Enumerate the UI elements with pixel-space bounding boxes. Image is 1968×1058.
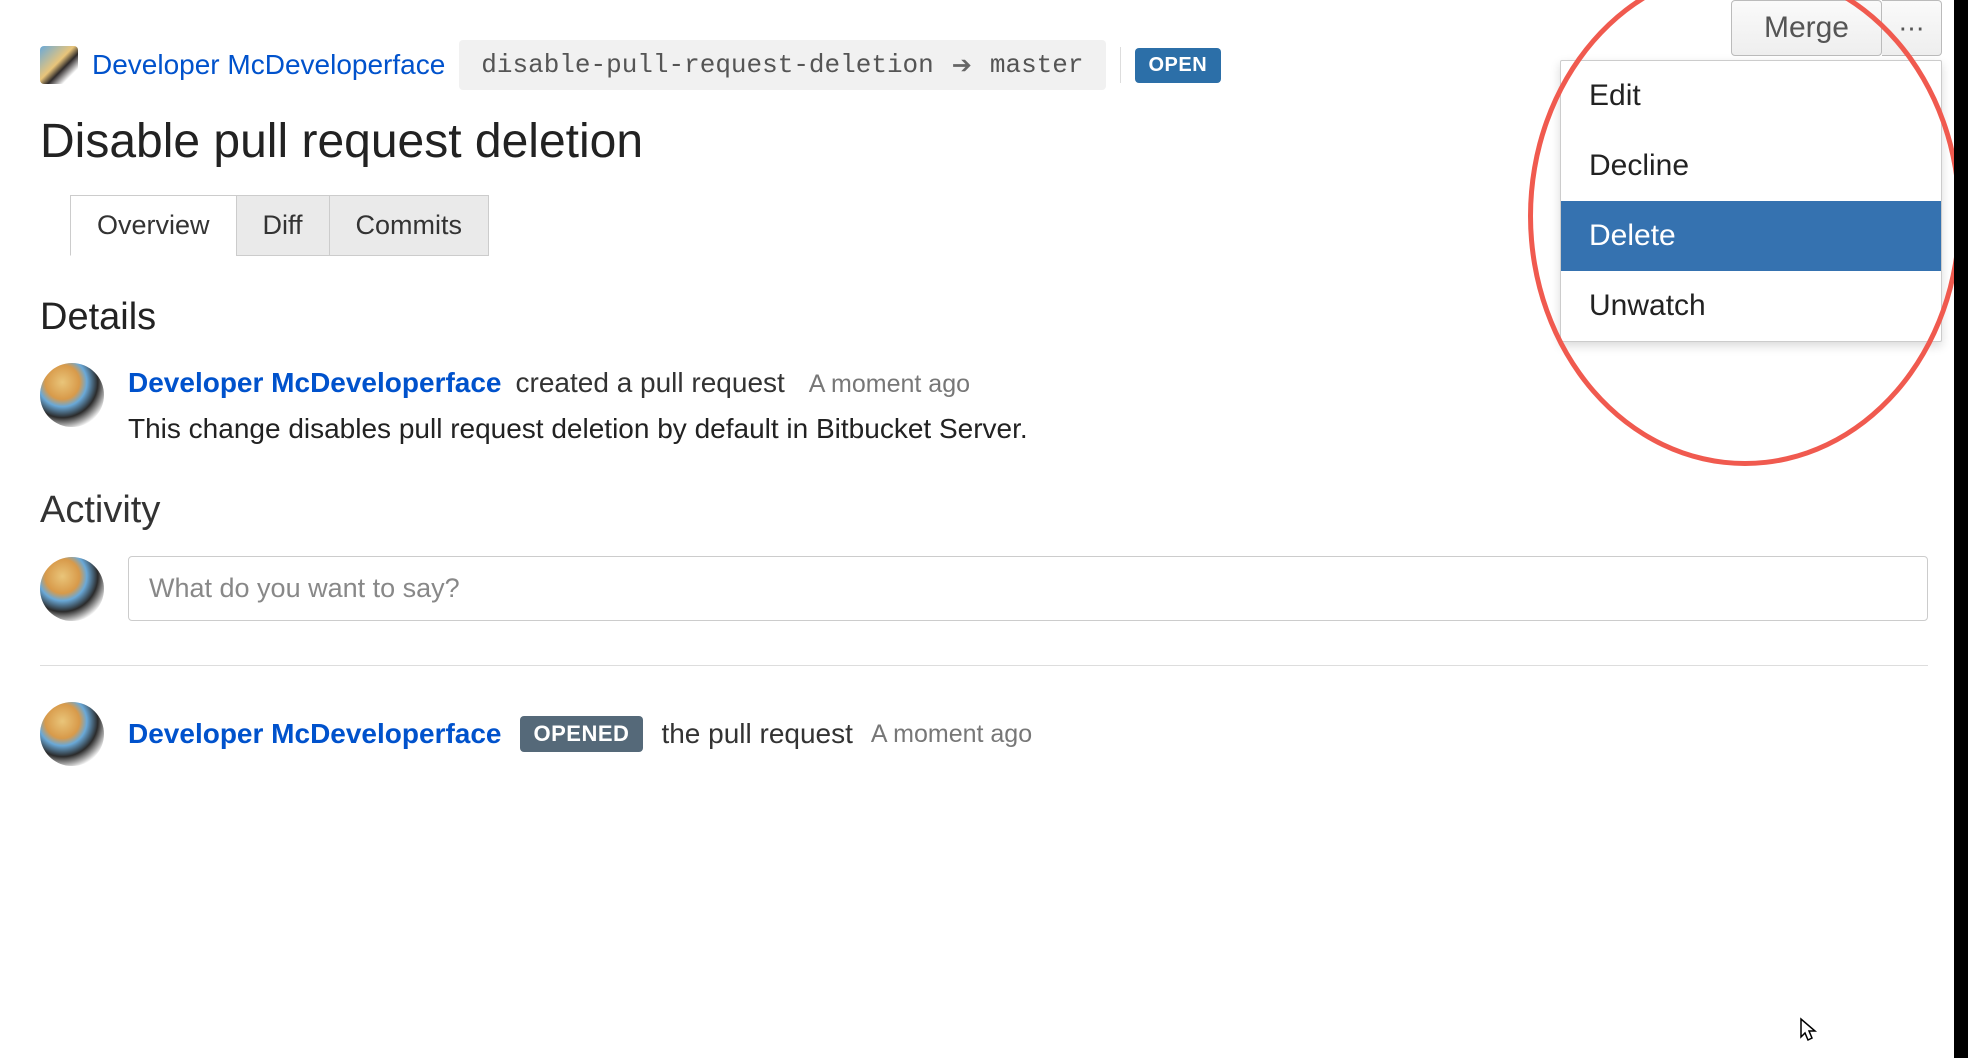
action-area: Merge ⋯ Edit Decline Delete Unwatch <box>1731 0 1942 56</box>
details-author-link[interactable]: Developer McDeveloperface <box>128 367 502 399</box>
avatar[interactable] <box>40 557 104 621</box>
activity-text: the pull request <box>661 718 852 750</box>
comment-input[interactable] <box>128 556 1928 621</box>
merge-button-group: Merge ⋯ <box>1731 0 1942 56</box>
activity-heading: Activity <box>40 489 1928 532</box>
menu-item-delete[interactable]: Delete <box>1561 201 1941 271</box>
avatar[interactable] <box>40 46 78 84</box>
tab-overview[interactable]: Overview <box>70 195 237 256</box>
tab-commits[interactable]: Commits <box>329 195 490 256</box>
branch-indicator: disable-pull-request-deletion ➔ master <box>459 40 1105 90</box>
details-action-text: created a pull request <box>516 367 785 399</box>
author-link[interactable]: Developer McDeveloperface <box>92 49 445 81</box>
merge-button[interactable]: Merge <box>1731 0 1882 56</box>
avatar[interactable] <box>40 363 104 427</box>
target-branch[interactable]: master <box>990 50 1084 80</box>
avatar[interactable] <box>40 702 104 766</box>
source-branch[interactable]: disable-pull-request-deletion <box>481 50 933 80</box>
actions-dropdown: Edit Decline Delete Unwatch <box>1560 60 1942 342</box>
details-content: Developer McDeveloperface created a pull… <box>128 363 1028 445</box>
menu-item-edit[interactable]: Edit <box>1561 61 1941 131</box>
opened-badge: OPENED <box>520 716 644 752</box>
activity-author-link[interactable]: Developer McDeveloperface <box>128 718 502 750</box>
tab-diff[interactable]: Diff <box>236 195 330 256</box>
details-heading: Details <box>40 296 156 339</box>
menu-item-unwatch[interactable]: Unwatch <box>1561 271 1941 341</box>
comment-row <box>40 556 1928 621</box>
right-edge <box>1954 0 1968 1058</box>
divider <box>1120 47 1121 83</box>
more-actions-button[interactable]: ⋯ <box>1882 0 1942 56</box>
activity-time: A moment ago <box>871 720 1032 749</box>
status-badge: OPEN <box>1135 48 1222 83</box>
cursor-icon <box>1798 1017 1820 1052</box>
activity-item: Developer McDeveloperface OPENED the pul… <box>40 702 1928 766</box>
details-row: Developer McDeveloperface created a pull… <box>40 363 1928 445</box>
divider <box>40 665 1928 666</box>
details-time: A moment ago <box>809 370 970 399</box>
arrow-right-icon: ➔ <box>952 51 972 80</box>
details-description: This change disables pull request deleti… <box>128 413 1028 445</box>
menu-item-decline[interactable]: Decline <box>1561 131 1941 201</box>
